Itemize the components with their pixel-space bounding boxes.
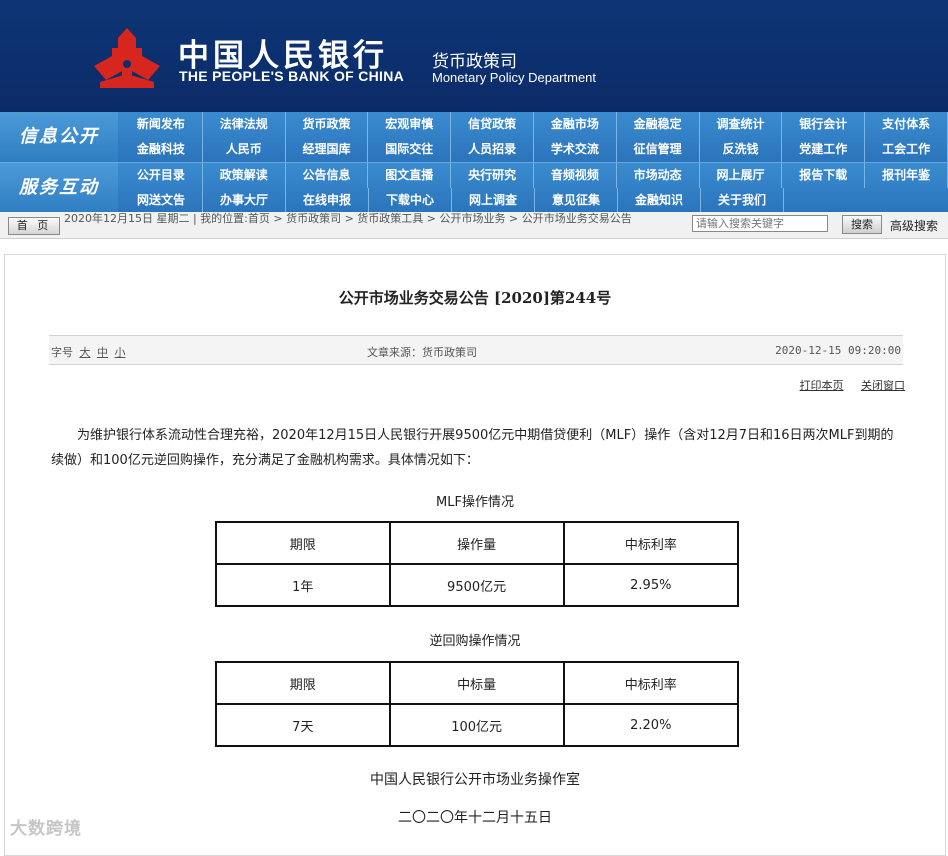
nav-item-laws[interactable]: 法律法规 [203, 112, 286, 137]
nav-item-recruitment[interactable]: 人员招录 [451, 137, 534, 162]
pboc-logo-icon[interactable] [92, 26, 162, 90]
search-input[interactable] [692, 215, 828, 232]
nav-item-public-catalog[interactable]: 公开目录 [120, 163, 203, 188]
nav-item-about-us[interactable]: 关于我们 [701, 188, 784, 213]
nav-item-treasury[interactable]: 经理国库 [286, 137, 369, 162]
table-header-cell: 期限 [215, 661, 391, 705]
nav-item-monetary-policy[interactable]: 货币政策 [286, 112, 369, 137]
table-row: 7天 100亿元 2.20% [215, 703, 740, 747]
nav-item-credit-policy[interactable]: 信贷政策 [451, 112, 534, 137]
nav-item-payment-system[interactable]: 支付体系 [865, 112, 948, 137]
reverse-repo-operation-table: 期限 中标量 中标利率 7天 100亿元 2.20% [215, 661, 740, 747]
nav-item-financial-knowledge[interactable]: 金融知识 [618, 188, 701, 213]
font-size-medium-link[interactable]: 中 [97, 346, 108, 359]
nav-item-opinion-collection[interactable]: 意见征集 [535, 188, 618, 213]
nav-row: 公开目录 政策解读 公告信息 图文直播 央行研究 音频视频 市场动态 网上展厅 … [120, 163, 948, 188]
font-size-small-link[interactable]: 小 [115, 346, 126, 359]
nav-item-policy-interpretation[interactable]: 政策解读 [203, 163, 286, 188]
nav-item-yearbook[interactable]: 报刊年鉴 [865, 163, 948, 188]
table-header-row: 期限 中标量 中标利率 [215, 661, 740, 705]
main-navigation: 信息公开 新闻发布 法律法规 货币政策 宏观审慎 信贷政策 金融市场 金融稳定 … [0, 112, 948, 213]
article-container: 公开市场业务交易公告 [2020]第244号 字号 大 中 小 文章来源：货币政… [4, 254, 946, 856]
article-source: 文章来源：货币政策司 [367, 346, 477, 359]
nav-item-audio-video[interactable]: 音频视频 [534, 163, 617, 188]
nav-item-bank-accounting[interactable]: 银行会计 [782, 112, 866, 137]
table-cell: 2.95% [562, 563, 740, 607]
table-header-cell: 操作量 [388, 521, 565, 565]
mlf-operation-table: 期限 操作量 中标利率 1年 9500亿元 2.95% [215, 521, 740, 607]
table-cell: 9500亿元 [388, 563, 565, 607]
table-cell: 1年 [215, 563, 391, 607]
nav-row: 网送文告 办事大厅 在线申报 下载中心 网上调查 意见征集 金融知识 关于我们 [120, 188, 948, 213]
nav-item-download-center[interactable]: 下载中心 [369, 188, 452, 213]
table-header-row: 期限 操作量 中标利率 [215, 521, 740, 565]
table-header-cell: 中标量 [388, 661, 565, 705]
article-tools: 打印本页 关闭窗口 [786, 377, 906, 393]
nav-item-live[interactable]: 图文直播 [368, 163, 452, 188]
nav-item-anti-money-laundering[interactable]: 反洗钱 [700, 137, 783, 162]
advanced-search-link[interactable]: 高级搜索 [890, 217, 938, 234]
article-date: 2020-12-15 09:20:00 [775, 344, 901, 357]
search-button[interactable]: 搜索 [842, 215, 882, 234]
breadcrumb: 2020年12月15日 星期二 | 我的位置:首页 > 货币政策司 > 货币政策… [64, 212, 632, 225]
table-header-cell: 中标利率 [562, 521, 740, 565]
table-header-cell: 期限 [215, 521, 391, 565]
nav-item-statistics[interactable]: 调查统计 [700, 112, 783, 137]
close-window-link[interactable]: 关闭窗口 [861, 379, 905, 392]
bank-name-en: THE PEOPLE'S BANK OF CHINA [179, 68, 405, 84]
font-size-label: 字号 [51, 346, 73, 359]
nav-item-international[interactable]: 国际交往 [368, 137, 452, 162]
nav-item-announcements[interactable]: 公告信息 [286, 163, 369, 188]
nav-item-research[interactable]: 央行研究 [451, 163, 534, 188]
breadcrumb-bar: 首 页 2020年12月15日 星期二 | 我的位置:首页 > 货币政策司 > … [0, 212, 948, 239]
nav-row: 金融科技 人民币 经理国库 国际交往 人员招录 学术交流 征信管理 反洗钱 党建… [120, 137, 948, 162]
nav-item-online-documents[interactable]: 网送文告 [120, 188, 203, 213]
table-cell: 2.20% [562, 703, 740, 747]
page-title: 公开市场业务交易公告 [2020]第244号 [338, 289, 612, 307]
nav-item-union[interactable]: 工会工作 [865, 137, 948, 162]
home-button[interactable]: 首 页 [8, 217, 60, 235]
department-name-en: Monetary Policy Department [432, 70, 597, 85]
signoff-organization: 中国人民银行公开市场业务操作室 [370, 772, 580, 788]
nav-item-news[interactable]: 新闻发布 [120, 112, 203, 137]
nav-item-macro-prudential[interactable]: 宏观审慎 [368, 112, 452, 137]
nav-item-rmb[interactable]: 人民币 [203, 137, 286, 162]
nav-item-party-building[interactable]: 党建工作 [782, 137, 866, 162]
nav-item-market-dynamics[interactable]: 市场动态 [617, 163, 700, 188]
nav-group-info-disclosure: 信息公开 新闻发布 法律法规 货币政策 宏观审慎 信贷政策 金融市场 金融稳定 … [0, 112, 948, 162]
nav-item-report-download[interactable]: 报告下载 [782, 163, 866, 188]
nav-group-title: 服务互动 [0, 163, 118, 213]
signoff-date: 二〇二〇年十二月十五日 [398, 810, 552, 826]
article-meta-bar: 字号 大 中 小 文章来源：货币政策司 2020-12-15 09:20:00 [49, 335, 903, 365]
print-page-link[interactable]: 打印本页 [800, 379, 844, 392]
table-row: 1年 9500亿元 2.95% [215, 563, 740, 607]
nav-item-financial-market[interactable]: 金融市场 [534, 112, 617, 137]
nav-item-online-exhibition[interactable]: 网上展厅 [700, 163, 783, 188]
font-size-large-link[interactable]: 大 [80, 346, 91, 359]
reverse-repo-table-caption: 逆回购操作情况 [429, 634, 521, 649]
site-header: 中国人民银行 THE PEOPLE'S BANK OF CHINA 货币政策司 … [0, 0, 948, 112]
nav-group-service-interaction: 服务互动 公开目录 政策解读 公告信息 图文直播 央行研究 音频视频 市场动态 … [0, 162, 948, 213]
nav-item-credit-reference[interactable]: 征信管理 [617, 137, 700, 162]
nav-item-service-hall[interactable]: 办事大厅 [203, 188, 286, 213]
nav-item-online-survey[interactable]: 网上调查 [452, 188, 535, 213]
nav-group-title: 信息公开 [0, 112, 118, 162]
nav-row: 新闻发布 法律法规 货币政策 宏观审慎 信贷政策 金融市场 金融稳定 调查统计 … [120, 112, 948, 137]
article-paragraph: 为维护银行体系流动性合理充裕，2020年12月15日人民银行开展9500亿元中期… [51, 428, 894, 468]
nav-item-financial-stability[interactable]: 金融稳定 [617, 112, 700, 137]
table-cell: 7天 [215, 703, 391, 747]
font-size-selector: 字号 大 中 小 [51, 344, 126, 360]
department-name-cn: 货币政策司 [432, 52, 517, 72]
nav-item-academic[interactable]: 学术交流 [534, 137, 617, 162]
mlf-table-caption: MLF操作情况 [436, 495, 514, 510]
nav-item-fintech[interactable]: 金融科技 [120, 137, 203, 162]
table-cell: 100亿元 [388, 703, 565, 747]
table-header-cell: 中标利率 [562, 661, 740, 705]
watermark: 大数跨境 [10, 819, 82, 839]
nav-item-online-declaration[interactable]: 在线申报 [286, 188, 369, 213]
